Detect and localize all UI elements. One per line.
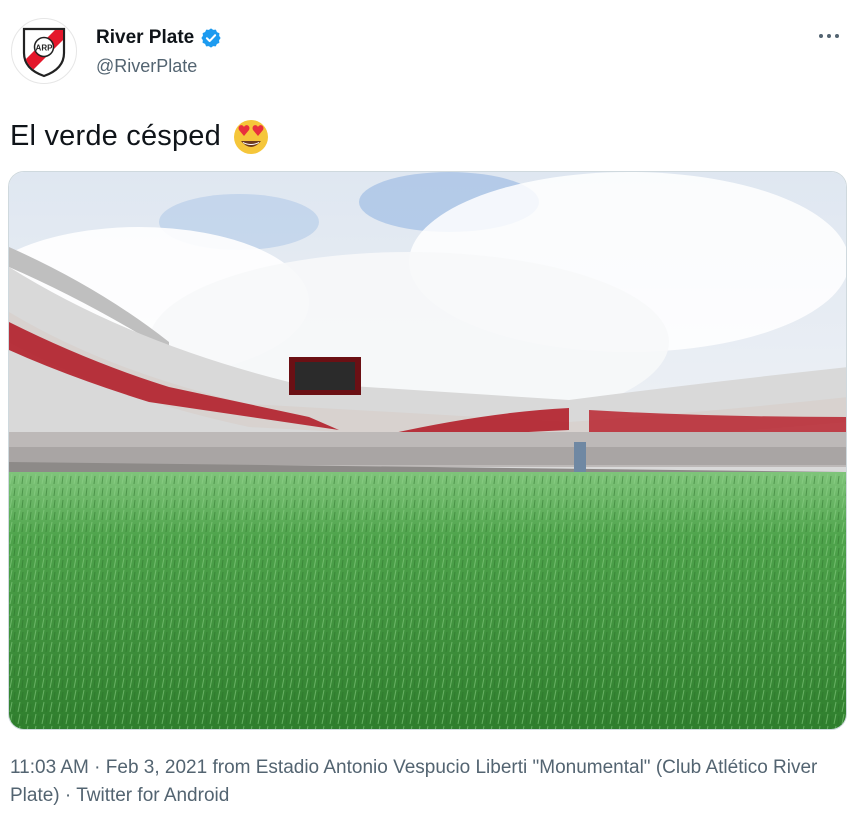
handle[interactable]: @RiverPlate [96, 56, 197, 77]
smiling-face-with-heart-eyes-icon [231, 116, 271, 156]
timestamp-time[interactable]: 11:03 AM [10, 757, 89, 778]
meta-separator: · [88, 757, 106, 778]
river-plate-crest-icon: ARP [22, 27, 66, 78]
verified-badge-icon [200, 27, 222, 49]
timestamp-date[interactable]: Feb 3, 2021 [106, 757, 207, 778]
stadium-photo [9, 172, 846, 729]
more-horizontal-icon[interactable] [812, 22, 846, 50]
tweet-text: El verde césped [10, 116, 271, 156]
meta-from: from [207, 757, 256, 778]
source-link[interactable]: Twitter for Android [76, 785, 229, 806]
svg-text:ARP: ARP [36, 44, 54, 53]
meta-separator: · [59, 785, 77, 806]
avatar[interactable]: ARP [11, 18, 77, 84]
display-name[interactable]: River Plate [96, 26, 194, 50]
tweet-body: El verde césped [10, 120, 221, 152]
tweet-meta: 11:03 AM · Feb 3, 2021 from Estadio Anto… [10, 754, 840, 810]
tweet-photo[interactable] [8, 171, 847, 730]
